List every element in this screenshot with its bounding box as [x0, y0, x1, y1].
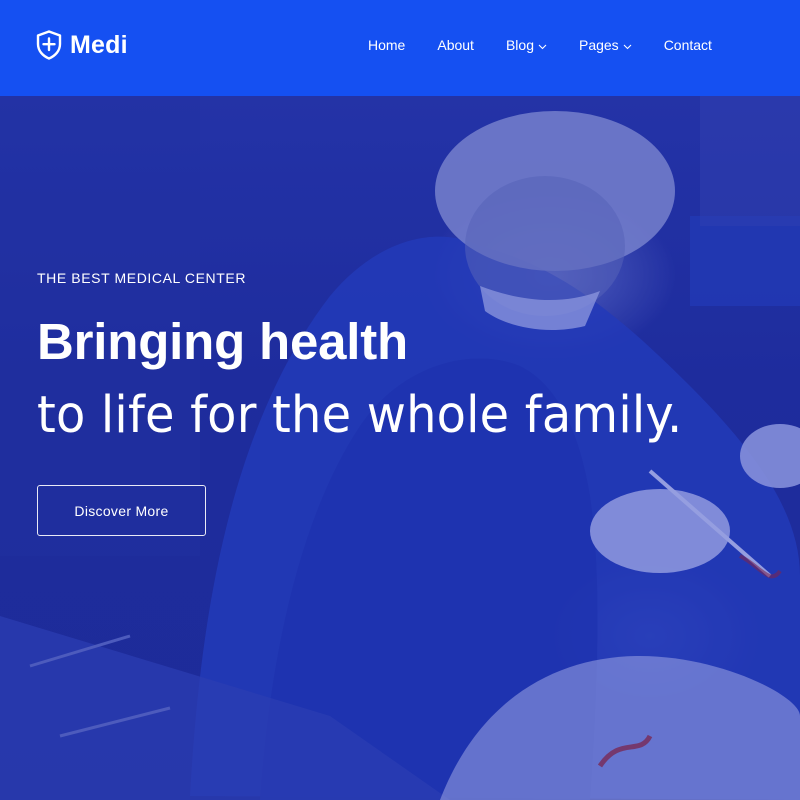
nav-item-label: About — [437, 37, 474, 53]
chevron-down-icon — [538, 37, 547, 53]
nav-item-about[interactable]: About — [437, 37, 474, 53]
chevron-down-icon — [623, 37, 632, 53]
hero-overlay — [0, 96, 800, 800]
nav-item-contact[interactable]: Contact — [664, 37, 712, 53]
hero-section: THE BEST MEDICAL CENTER Bringing health … — [0, 96, 800, 800]
nav-item-pages[interactable]: Pages — [579, 37, 632, 53]
nav-item-label: Blog — [505, 37, 534, 53]
shield-cross-icon — [36, 30, 62, 60]
hero-eyebrow: THE BEST MEDICAL CENTER — [37, 270, 247, 286]
discover-more-button[interactable]: Discover More — [37, 485, 206, 536]
hero-headline-light: to life for the whole family. — [37, 386, 683, 445]
site-header: Medi Home About Blog Pages Contact — [0, 0, 800, 96]
main-nav: Home About Blog Pages Contact — [368, 37, 712, 53]
brand-name: Medi — [70, 30, 128, 59]
nav-item-blog[interactable]: Blog — [506, 37, 547, 53]
brand-logo[interactable]: Medi — [36, 30, 128, 60]
nav-item-label: Contact — [663, 37, 712, 53]
hero-headline-bold: Bringing health — [37, 313, 408, 370]
nav-item-label: Pages — [578, 37, 619, 53]
nav-item-label: Home — [368, 37, 406, 53]
nav-item-home[interactable]: Home — [368, 37, 405, 53]
